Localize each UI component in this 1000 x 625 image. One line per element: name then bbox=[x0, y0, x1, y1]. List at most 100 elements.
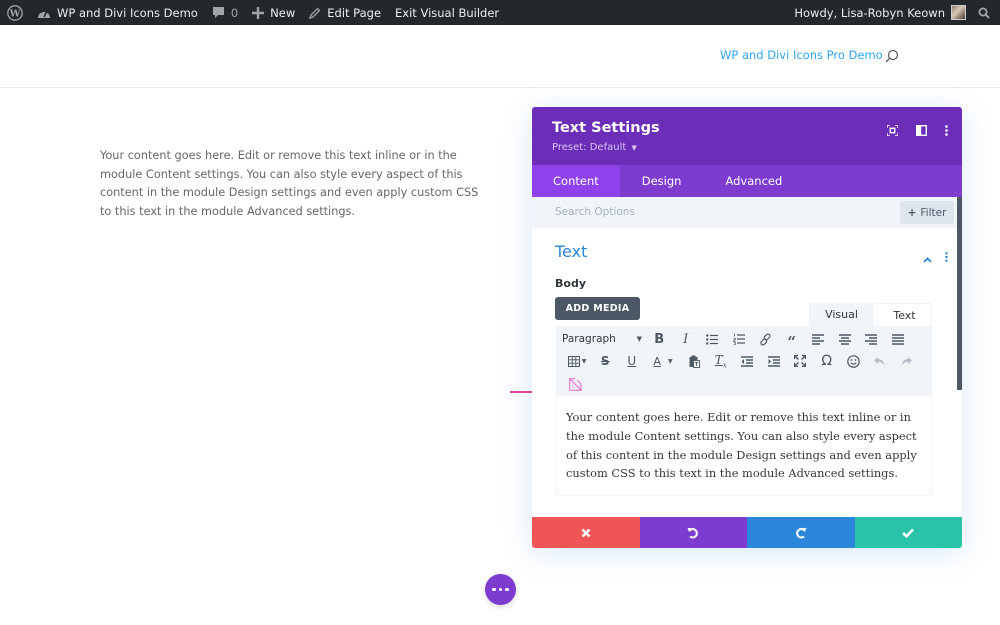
redo-icon bbox=[795, 527, 807, 538]
text-module-content[interactable]: Your content goes here. Edit or remove t… bbox=[100, 147, 490, 221]
admin-bar: W WP and Divi Icons Demo 0 New Edit Page… bbox=[0, 0, 1000, 25]
undo-button[interactable] bbox=[867, 351, 894, 371]
numbered-list-button[interactable] bbox=[726, 329, 753, 349]
dot-icon bbox=[498, 587, 503, 592]
save-changes-button[interactable] bbox=[854, 517, 962, 548]
nav-link-demo[interactable]: WP and Divi Icons Pro Demo bbox=[720, 48, 883, 62]
wordpress-logo-button[interactable]: W bbox=[0, 0, 30, 25]
blockquote-button[interactable]: “ bbox=[779, 329, 806, 349]
comment-icon bbox=[212, 6, 225, 19]
tab-content[interactable]: Content bbox=[532, 165, 620, 197]
emoticons-button[interactable] bbox=[840, 351, 867, 371]
edit-page-label: Edit Page bbox=[327, 5, 382, 20]
align-right-button[interactable] bbox=[858, 329, 885, 349]
divi-icons-icon bbox=[568, 377, 582, 391]
edit-page-link[interactable]: Edit Page bbox=[302, 0, 388, 25]
align-left-button[interactable] bbox=[805, 329, 832, 349]
dot-icon bbox=[492, 587, 496, 592]
tab-design[interactable]: Design bbox=[620, 165, 704, 197]
pencil-icon bbox=[309, 7, 321, 19]
expand-modal-button[interactable] bbox=[886, 121, 899, 140]
align-center-button[interactable] bbox=[832, 329, 859, 349]
redo-button[interactable] bbox=[893, 351, 920, 371]
redo-changes-button[interactable] bbox=[747, 517, 855, 548]
outdent-button[interactable] bbox=[734, 351, 761, 371]
body-field-label: Body bbox=[555, 277, 586, 290]
tab-advanced[interactable]: Advanced bbox=[703, 165, 804, 197]
filter-button[interactable]: + Filter bbox=[900, 201, 954, 224]
strikethrough-icon: S bbox=[600, 354, 610, 368]
section-options-button[interactable] bbox=[945, 247, 948, 266]
bold-button[interactable]: B bbox=[646, 329, 673, 349]
omega-icon: Ω bbox=[821, 353, 833, 369]
preset-dropdown[interactable]: Preset: Default ▼ bbox=[552, 142, 637, 153]
clear-formatting-icon: Tx bbox=[714, 352, 727, 370]
discard-changes-button[interactable] bbox=[532, 517, 640, 548]
paste-as-text-button[interactable] bbox=[681, 351, 708, 371]
align-center-icon bbox=[838, 333, 851, 345]
text-color-icon: A bbox=[653, 354, 661, 368]
search-options-bar: Search Options + Filter bbox=[532, 197, 962, 228]
caret-down-icon: ▼ bbox=[636, 335, 642, 343]
format-select-value: Paragraph bbox=[562, 333, 616, 345]
clear-formatting-button[interactable]: Tx bbox=[708, 351, 735, 371]
add-media-button[interactable]: ADD MEDIA bbox=[555, 297, 640, 320]
editor-tab-text[interactable]: Text bbox=[877, 303, 932, 326]
search-options-input[interactable]: Search Options bbox=[555, 206, 635, 218]
user-greeting: Howdy, Lisa-Robyn Keown bbox=[794, 5, 945, 20]
modal-tabs: Content Design Advanced bbox=[532, 165, 962, 197]
link-button[interactable] bbox=[752, 329, 779, 349]
text-settings-modal: Text Settings Preset: Default ▼ Content … bbox=[532, 107, 962, 548]
italic-button[interactable]: I bbox=[673, 329, 700, 349]
focus-expand-icon bbox=[886, 124, 899, 137]
snap-sidebar-button[interactable] bbox=[915, 121, 928, 140]
editor-content-area[interactable]: Your content goes here. Edit or remove t… bbox=[556, 396, 932, 496]
text-section-title[interactable]: Text bbox=[555, 242, 587, 261]
table-button[interactable]: ▼ bbox=[562, 351, 592, 371]
strikethrough-button[interactable]: S bbox=[592, 351, 619, 371]
align-right-icon bbox=[865, 333, 878, 345]
editor-toolbar: Paragraph ▼ B I “ ▼ S U A ▼ Tx Ω bbox=[556, 326, 932, 396]
modal-title: Text Settings bbox=[552, 120, 660, 136]
bullet-list-button[interactable] bbox=[699, 329, 726, 349]
site-name-link[interactable]: WP and Divi Icons Demo bbox=[30, 0, 205, 25]
search-icon bbox=[885, 49, 899, 63]
page-settings-button[interactable] bbox=[485, 574, 516, 605]
align-justify-icon bbox=[891, 333, 904, 345]
indent-button[interactable] bbox=[761, 351, 788, 371]
indent-icon bbox=[767, 355, 780, 367]
kebab-menu-icon bbox=[945, 252, 948, 262]
new-label: New bbox=[270, 5, 296, 20]
svg-text:W: W bbox=[9, 8, 21, 19]
exit-visual-builder-label: Exit Visual Builder bbox=[395, 5, 500, 20]
smiley-icon bbox=[846, 354, 860, 368]
admin-search-button[interactable] bbox=[972, 0, 1000, 25]
modal-options-button[interactable] bbox=[945, 121, 948, 140]
comments-link[interactable]: 0 bbox=[205, 0, 245, 25]
text-color-button[interactable]: A ▼ bbox=[645, 351, 681, 371]
divi-icons-button[interactable] bbox=[562, 374, 589, 394]
bold-icon: B bbox=[654, 331, 665, 347]
fullscreen-button[interactable] bbox=[787, 351, 814, 371]
editor-tab-visual[interactable]: Visual bbox=[809, 303, 874, 326]
site-search-button[interactable] bbox=[885, 48, 899, 67]
special-character-button[interactable]: Ω bbox=[814, 351, 841, 371]
dot-icon bbox=[505, 587, 509, 592]
bullet-list-icon bbox=[706, 333, 719, 345]
modal-scrollbar[interactable] bbox=[957, 197, 962, 390]
underline-button[interactable]: U bbox=[619, 351, 646, 371]
new-content-link[interactable]: New bbox=[245, 0, 302, 25]
dashboard-icon bbox=[37, 7, 51, 19]
format-select[interactable]: Paragraph ▼ bbox=[562, 329, 646, 349]
undo-changes-button[interactable] bbox=[639, 517, 747, 548]
comments-count: 0 bbox=[230, 5, 239, 20]
site-header: WP and Divi Icons Pro Demo bbox=[0, 25, 1000, 88]
outdent-icon bbox=[741, 355, 754, 367]
align-justify-button[interactable] bbox=[885, 329, 912, 349]
preset-label: Preset: Default bbox=[552, 142, 627, 153]
exit-visual-builder-link[interactable]: Exit Visual Builder bbox=[388, 0, 506, 25]
collapse-section-button[interactable] bbox=[923, 248, 932, 267]
user-account-menu[interactable]: Howdy, Lisa-Robyn Keown bbox=[787, 0, 972, 25]
link-icon bbox=[760, 332, 771, 346]
undo-icon bbox=[874, 356, 885, 366]
